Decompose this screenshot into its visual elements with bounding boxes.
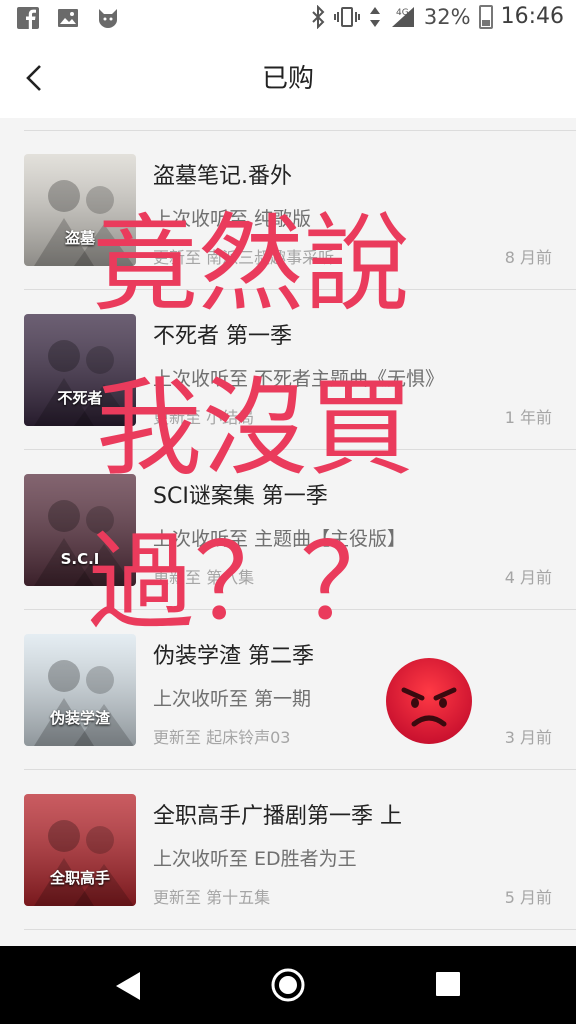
list-item[interactable]: S.C.I SCI谜案集 第一季上次收听至 主题曲【主役版】 更新至 第八集 4 月前 [0, 450, 576, 610]
cover-image: 盗墓 [24, 154, 136, 266]
update-time: 8 月前 [504, 248, 552, 267]
list-item[interactable]: 全职高手 全职高手广播剧第一季 上上次收听至 ED胜者为王 更新至 第十五集 5 月前 [0, 770, 576, 930]
item-title: 伪装学渣 第二季 [153, 644, 314, 669]
app-header: 已购 [0, 38, 576, 118]
last-played: 上次收听至 不死者主题曲《无惧》 [153, 368, 445, 390]
update-info: 更新至 南派三叔趣事采听 [153, 248, 335, 267]
bluetooth-icon [312, 4, 325, 29]
facebook-icon [17, 7, 39, 29]
cover-image: 不死者 [24, 314, 136, 426]
signal-4g-icon: 4G [391, 6, 414, 27]
home-circle-icon[interactable] [269, 966, 307, 1004]
update-info: 更新至 起床铃声03 [153, 728, 291, 747]
update-time: 1 年前 [504, 408, 552, 427]
cover-title-text: 伪装学渣 [49, 709, 110, 727]
page-title: 已购 [261, 64, 314, 94]
image-icon [58, 9, 78, 27]
data-arrows-icon [369, 6, 380, 27]
cover-image: S.C.I [24, 474, 136, 586]
list-item[interactable]: 伪装学渣 伪装学渣 第二季 上次收听至 第一期 更新至 起床铃声03 3 月前 [0, 610, 576, 770]
update-time: 5 月前 [504, 888, 552, 907]
update-info: 更新至 小结局 [153, 408, 255, 427]
item-title: 盗墓笔记.番外 [153, 164, 292, 189]
status-bar: 4G 32% 16:46 [0, 0, 576, 38]
update-time: 3 月前 [504, 728, 552, 747]
clock: 16:46 [500, 4, 564, 29]
cat-app-icon [99, 9, 117, 28]
cover-image: 伪装学渣 [24, 634, 136, 746]
update-info: 更新至 第八集 [153, 568, 255, 587]
cover-title-text: 盗墓 [64, 229, 95, 247]
recents-square-icon[interactable] [435, 971, 461, 997]
system-nav-bar [0, 946, 576, 1024]
cover-title-text: S.C.I [60, 550, 100, 568]
last-played: 上次收听至 第一期 [153, 688, 312, 710]
battery-icon [478, 4, 493, 29]
last-played: 上次收听至 ED胜者为王 [153, 848, 357, 870]
item-title: SCI谜案集 第一季 [153, 484, 328, 509]
vibrate-icon [333, 6, 360, 27]
list-item[interactable]: 盗墓 盗墓笔记.番外 上次收听至 纯歌版更新至 南派三叔趣事采听 8 月前 [0, 130, 576, 290]
cover-title-text: 全职高手 [49, 869, 110, 887]
list-item[interactable]: 不死者 不死者 第一季上次收听至 不死者主题曲《无惧》 更新至 小结局 1 年前 [0, 290, 576, 450]
last-played: 上次收听至 主题曲【主役版】 [153, 528, 407, 550]
row-divider [24, 929, 576, 930]
item-title: 不死者 第一季 [153, 324, 292, 349]
back-triangle-icon[interactable] [112, 970, 144, 1002]
cover-image: 全职高手 [24, 794, 136, 906]
battery-percent: 32% [423, 4, 471, 29]
update-time: 4 月前 [504, 568, 552, 587]
item-title: 全职高手广播剧第一季 上 [153, 804, 402, 829]
svg-text:4G: 4G [396, 8, 409, 18]
cover-title-text: 不死者 [57, 389, 103, 407]
last-played: 上次收听至 纯歌版 [153, 208, 312, 230]
update-info: 更新至 第十五集 [153, 888, 271, 907]
